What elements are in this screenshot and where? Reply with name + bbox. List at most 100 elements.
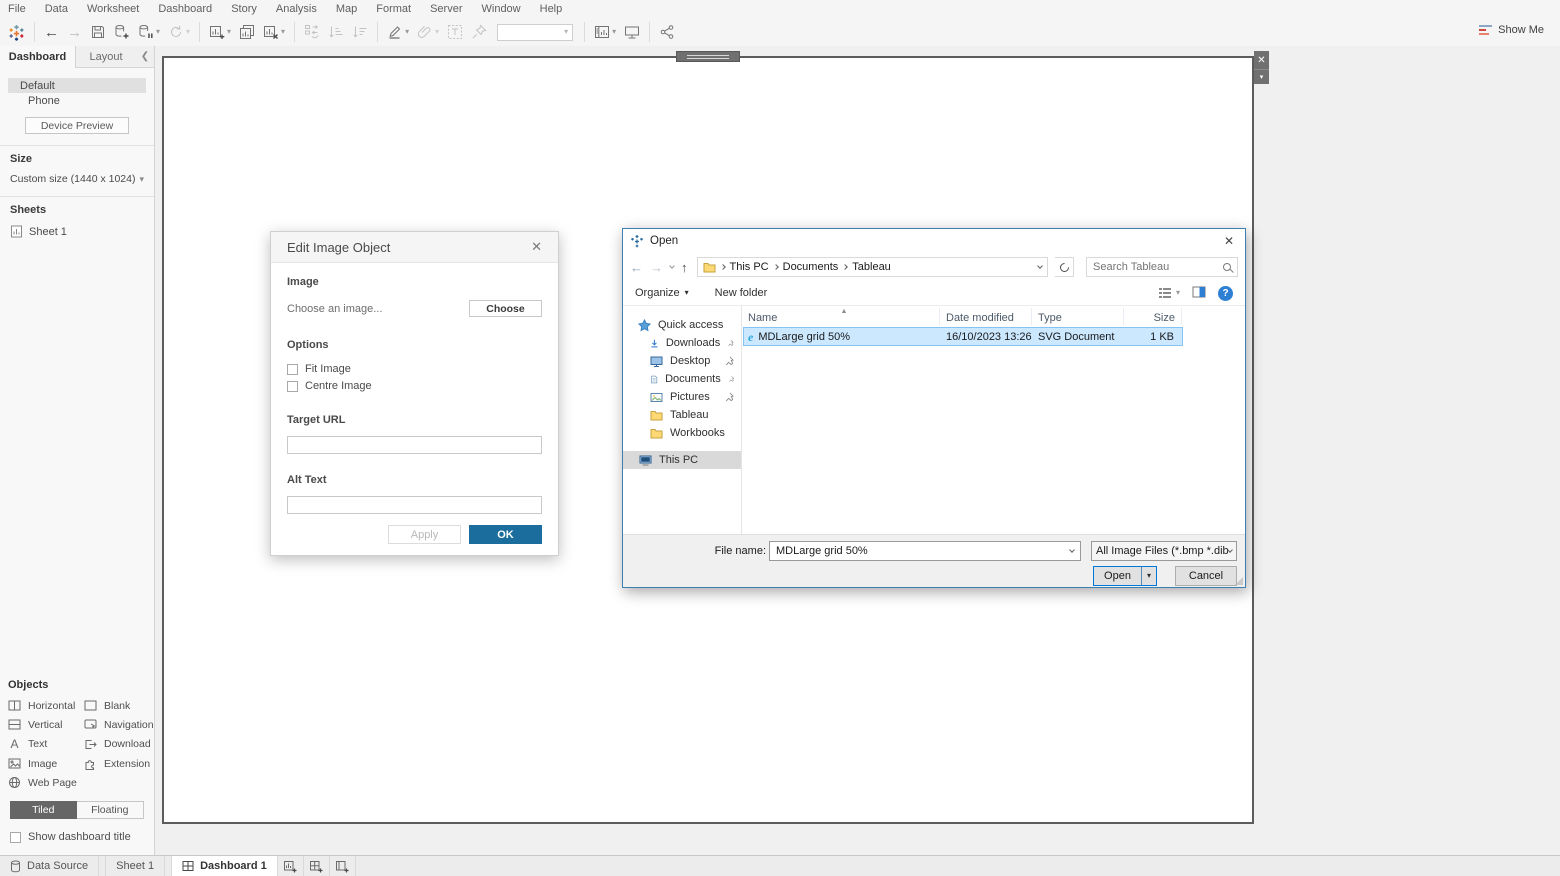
pause-auto-updates-button[interactable]: ▾ — [134, 22, 164, 42]
object-options-button[interactable]: ▾ — [1254, 69, 1269, 84]
nav-documents[interactable]: Documents — [623, 370, 741, 388]
menu-map[interactable]: Map — [336, 3, 357, 15]
dropdown-caret-icon[interactable]: ▾ — [405, 28, 409, 36]
fit-selector[interactable]: ▾ — [497, 24, 573, 41]
recent-locations-icon[interactable] — [669, 263, 675, 269]
address-bar[interactable]: This PC Documents Tableau — [697, 257, 1049, 277]
format-links-button[interactable]: ▾ — [413, 22, 443, 42]
menu-help[interactable]: Help — [540, 3, 563, 15]
file-name-combo[interactable]: MDLarge grid 50% — [769, 541, 1081, 561]
new-data-source-button[interactable] — [110, 22, 134, 42]
preview-pane-button[interactable] — [1192, 285, 1206, 302]
fit-image-checkbox[interactable] — [287, 364, 298, 375]
dropdown-caret-icon[interactable]: ▾ — [435, 28, 439, 36]
show-me-button[interactable]: Show Me — [1479, 24, 1544, 36]
new-story-tab-button[interactable] — [330, 856, 356, 876]
redo-button[interactable]: → — [63, 23, 86, 42]
tab-layout[interactable]: Layout — [76, 46, 136, 67]
duplicate-sheet-button[interactable] — [235, 22, 259, 42]
presentation-mode-button[interactable] — [620, 22, 644, 42]
show-dashboard-title-checkbox[interactable] — [10, 832, 21, 843]
clear-sheet-button[interactable]: ▾ — [259, 22, 289, 42]
centre-image-checkbox[interactable] — [287, 381, 298, 392]
close-icon[interactable]: ✕ — [531, 239, 542, 255]
nav-quick-access[interactable]: Quick access — [623, 316, 741, 334]
open-button[interactable]: Open ▾ — [1093, 566, 1157, 586]
column-date-modified[interactable]: Date modified — [940, 308, 1032, 325]
breadcrumb-tableau[interactable]: Tableau — [852, 261, 891, 273]
nav-this-pc[interactable]: This PC — [623, 451, 741, 469]
new-dashboard-tab-button[interactable] — [304, 856, 330, 876]
column-name[interactable]: ▲ Name — [742, 308, 940, 325]
object-drag-handle[interactable] — [676, 51, 740, 62]
choose-button[interactable]: Choose — [469, 300, 542, 317]
object-text[interactable]: A Text — [8, 737, 84, 751]
view-mode-button[interactable]: ▾ — [1158, 286, 1180, 300]
address-dropdown-icon[interactable] — [1037, 263, 1043, 269]
close-icon[interactable]: ✕ — [1213, 229, 1245, 253]
new-folder-button[interactable]: New folder — [715, 287, 768, 299]
save-button[interactable] — [86, 22, 110, 42]
refresh-data-button[interactable]: ▾ — [164, 22, 194, 42]
object-blank[interactable]: Blank — [84, 699, 154, 712]
file-type-filter[interactable]: All Image Files (*.bmp *.dib *.e — [1091, 541, 1237, 561]
breadcrumb-documents[interactable]: Documents — [783, 261, 839, 273]
object-download[interactable]: Download — [84, 737, 154, 751]
menu-dashboard[interactable]: Dashboard — [158, 3, 212, 15]
object-extension[interactable]: Extension — [84, 757, 154, 770]
menu-story[interactable]: Story — [231, 3, 257, 15]
up-icon[interactable]: ↑ — [681, 261, 688, 274]
sheet1-tab[interactable]: Sheet 1 — [105, 856, 165, 876]
device-preview-button[interactable]: Device Preview — [25, 117, 129, 134]
show-mark-labels-button[interactable] — [443, 22, 467, 42]
breadcrumb-this-pc[interactable]: This PC — [730, 261, 769, 273]
dropdown-caret-icon[interactable]: ▾ — [227, 28, 231, 36]
menu-worksheet[interactable]: Worksheet — [87, 3, 139, 15]
apply-button[interactable]: Apply — [388, 525, 461, 544]
help-icon[interactable]: ? — [1218, 286, 1233, 301]
search-box[interactable] — [1086, 257, 1238, 277]
cancel-button[interactable]: Cancel — [1175, 566, 1237, 586]
open-split-caret-icon[interactable]: ▾ — [1141, 567, 1156, 585]
refresh-button[interactable] — [1055, 257, 1074, 277]
back-icon[interactable]: ← — [630, 261, 643, 274]
nav-pictures[interactable]: Pictures — [623, 388, 741, 406]
sort-descending-button[interactable] — [348, 22, 372, 42]
new-worksheet-button[interactable]: ▾ — [205, 22, 235, 42]
object-horizontal[interactable]: Horizontal — [8, 699, 84, 712]
data-source-tab[interactable]: Data Source — [0, 856, 99, 876]
search-input[interactable] — [1093, 261, 1223, 273]
highlight-button[interactable]: ▾ — [383, 22, 413, 42]
device-phone-item[interactable]: Phone — [8, 93, 146, 108]
dropdown-caret-icon[interactable]: ▾ — [281, 28, 285, 36]
dropdown-caret-icon[interactable]: ▾ — [186, 28, 190, 36]
menu-window[interactable]: Window — [482, 3, 521, 15]
new-worksheet-tab-button[interactable] — [278, 856, 304, 876]
menu-format[interactable]: Format — [376, 3, 411, 15]
nav-downloads[interactable]: Downloads — [623, 334, 741, 352]
tiled-button[interactable]: Tiled — [10, 801, 77, 819]
object-image[interactable]: Image — [8, 757, 84, 770]
file-row-selected[interactable]: e MDLarge grid 50% 16/10/2023 13:26 SVG … — [744, 328, 1182, 345]
nav-tableau-folder[interactable]: Tableau — [623, 406, 741, 424]
dropdown-caret-icon[interactable]: ▾ — [612, 28, 616, 36]
object-vertical[interactable]: Vertical — [8, 718, 84, 731]
nav-desktop[interactable]: Desktop — [623, 352, 741, 370]
organize-button[interactable]: Organize ▾ — [635, 287, 689, 299]
dropdown-caret-icon[interactable]: ▾ — [156, 28, 160, 36]
column-type[interactable]: Type — [1032, 308, 1124, 325]
target-url-input[interactable] — [287, 436, 542, 454]
menu-analysis[interactable]: Analysis — [276, 3, 317, 15]
menu-data[interactable]: Data — [45, 3, 68, 15]
device-default-item[interactable]: Default — [8, 78, 146, 93]
menu-server[interactable]: Server — [430, 3, 462, 15]
collapse-pane-icon[interactable]: ❮ — [136, 46, 154, 67]
fix-axes-button[interactable] — [467, 22, 491, 42]
share-workbook-button[interactable] — [655, 22, 679, 42]
menu-file[interactable]: File — [8, 3, 26, 15]
forward-icon[interactable]: → — [650, 261, 663, 274]
size-selector[interactable]: Custom size (1440 x 1024) ▾ — [10, 173, 144, 185]
remove-object-button[interactable]: ✕ — [1254, 51, 1269, 69]
tab-dashboard[interactable]: Dashboard — [0, 46, 76, 68]
dashboard1-tab[interactable]: Dashboard 1 — [171, 856, 278, 876]
